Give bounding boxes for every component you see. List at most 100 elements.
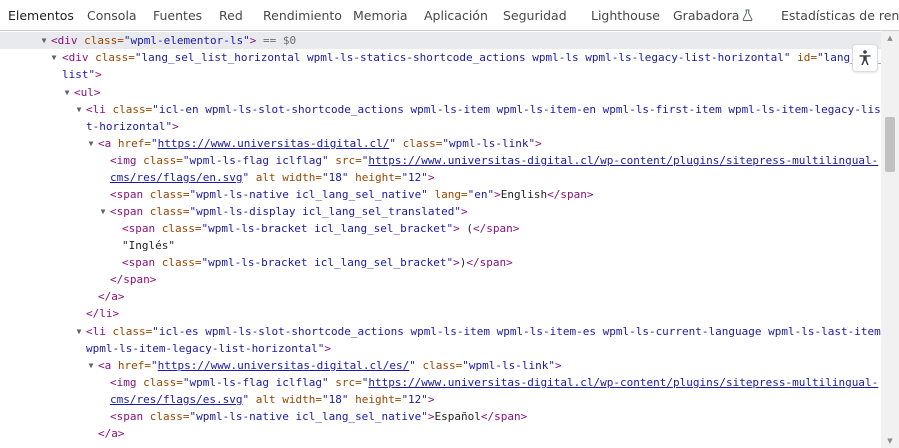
- tag-close: >: [427, 171, 435, 184]
- attr-value: "icl-es wpml-ls-slot-shortcode_actions w…: [152, 325, 881, 338]
- attr-name: width=: [282, 393, 322, 406]
- tag-name: <span: [110, 410, 150, 423]
- attr-value: t-horizontal": [86, 120, 173, 133]
- dom-node[interactable]: ▼ <div class="lang_sel_list_horizontal w…: [0, 49, 881, 66]
- vertical-scrollbar[interactable]: ▲ ▼: [881, 31, 899, 448]
- attr-name: class=: [112, 103, 153, 116]
- dom-node-selected[interactable]: ▼ <div class="wpml-elementor-ls"> == $0: [0, 32, 881, 49]
- dom-node[interactable]: ▼ <li class="icl-en wpml-ls-slot-shortco…: [0, 101, 881, 118]
- href-link[interactable]: https://www.universitas-digital.cl/es/: [158, 359, 410, 372]
- scroll-down-arrow-icon[interactable]: ▼: [881, 434, 899, 448]
- tag-close: >: [494, 188, 501, 201]
- tab-memoria[interactable]: Memoria: [353, 0, 408, 30]
- attr-quote: ": [409, 359, 416, 372]
- src-link[interactable]: cms/res/flags/en.svg: [110, 171, 242, 184]
- collapse-triangle-icon[interactable]: ▼: [74, 101, 84, 118]
- tab-grabadora[interactable]: Grabadora: [673, 0, 753, 30]
- collapse-triangle-icon[interactable]: ▼: [49, 49, 59, 66]
- tab-rendimiento[interactable]: Rendimiento: [263, 0, 342, 30]
- attr-value: list": [62, 68, 96, 81]
- accessibility-icon: [859, 50, 871, 65]
- attr-value: "wpml-ls-native icl_lang_sel_native": [189, 188, 428, 201]
- attr-name: id=: [790, 51, 818, 64]
- tab-estadisticas[interactable]: Estadísticas de rendim: [781, 0, 899, 30]
- tag-close: >: [555, 359, 562, 372]
- tag-name: <span: [110, 188, 150, 201]
- tag-close: >: [95, 68, 102, 81]
- dom-close-tag[interactable]: </a>: [0, 288, 881, 305]
- scrollbar-thumb[interactable]: [885, 117, 895, 172]
- text-node: Español: [434, 410, 481, 423]
- attr-value: "lang_sel_list_horizontal wpml-ls-static…: [134, 51, 791, 64]
- href-link[interactable]: https://www.universitas-digital.cl/: [158, 137, 390, 150]
- tag-name: <div: [62, 51, 96, 64]
- attr-value: "wpml-ls-bracket icl_lang_sel_bracket": [201, 256, 454, 269]
- scroll-up-arrow-icon[interactable]: ▲: [881, 31, 899, 45]
- attr-name: class=: [149, 410, 190, 423]
- attr-name: class=: [161, 222, 202, 235]
- dom-node[interactable]: <span class="wpml-ls-bracket icl_lang_se…: [0, 254, 881, 271]
- dom-text-node[interactable]: "Inglés": [0, 237, 881, 254]
- tag-name: <span: [122, 222, 162, 235]
- tab-consola[interactable]: Consola: [87, 0, 137, 30]
- collapse-triangle-icon[interactable]: ▼: [86, 357, 96, 374]
- tab-red[interactable]: Red: [219, 0, 243, 30]
- dom-tree: ▼ <div class="wpml-elementor-ls"> == $0 …: [0, 31, 881, 448]
- collapse-triangle-icon[interactable]: ▼: [98, 203, 108, 220]
- tag-end: </span>: [466, 256, 513, 269]
- selected-node-marker: == $0: [256, 34, 297, 47]
- tag-name: <span: [122, 256, 162, 269]
- attr-name: class=: [112, 325, 153, 338]
- dom-node-wrap: wpml-ls-item-legacy-list-horizontal">: [0, 340, 881, 357]
- attr-value: "wpml-ls-flag iclflag": [182, 376, 329, 389]
- tab-aplicacion[interactable]: Aplicación: [424, 0, 488, 30]
- dom-node[interactable]: <span class="wpml-ls-bracket icl_lang_se…: [0, 220, 881, 237]
- dom-node-wrap: list">: [0, 66, 881, 83]
- dom-close-tag[interactable]: </a>: [0, 425, 881, 442]
- dom-node[interactable]: <img class="wpml-ls-flag iclflag" src="h…: [0, 374, 881, 391]
- text-node: (: [459, 222, 474, 235]
- dom-node[interactable]: <span class="wpml-ls-native icl_lang_sel…: [0, 408, 881, 425]
- dom-node[interactable]: ▼ <a href="https://www.universitas-digit…: [0, 357, 881, 374]
- src-link[interactable]: cms/res/flags/es.svg: [110, 393, 242, 406]
- dom-close-tag[interactable]: </span>: [0, 271, 881, 288]
- attr-value: "wpml-ls-native icl_lang_sel_native": [189, 410, 428, 423]
- attr-name: class=: [415, 359, 463, 372]
- dom-node[interactable]: ▼ <span class="wpml-ls-display icl_lang_…: [0, 203, 881, 220]
- attr-value: "wpml-ls-flag iclflag": [182, 154, 329, 167]
- tag-end: </span>: [547, 188, 594, 201]
- attr-value: "18": [321, 393, 349, 406]
- collapse-triangle-icon[interactable]: ▼: [39, 32, 49, 49]
- attr-name: class=: [95, 51, 135, 64]
- text-node: English: [500, 188, 548, 201]
- attr-value: "wpml-ls-link": [462, 359, 555, 372]
- dom-node[interactable]: ▼ <ul>: [0, 84, 881, 101]
- accessibility-tree-button[interactable]: [852, 44, 878, 72]
- tag-end: </li>: [86, 307, 120, 320]
- src-link[interactable]: https://www.universitas-digital.cl/wp-co…: [368, 376, 878, 389]
- tab-elementos[interactable]: Elementos: [8, 0, 74, 30]
- attr-name: lang=: [427, 188, 468, 201]
- tag-name: <li: [86, 103, 113, 116]
- tab-lighthouse[interactable]: Lighthouse: [591, 0, 660, 30]
- tag-close: >: [535, 137, 542, 150]
- dom-node[interactable]: <img class="wpml-ls-flag iclflag" src="h…: [0, 152, 881, 169]
- src-link[interactable]: https://www.universitas-digital.cl/wp-co…: [368, 154, 878, 167]
- attr-name: class=: [143, 154, 183, 167]
- collapse-triangle-icon[interactable]: ▼: [62, 84, 72, 101]
- dom-node[interactable]: ▼ <a href="https://www.universitas-digit…: [0, 135, 881, 152]
- tag-name: <span: [110, 205, 150, 218]
- attr-value: "12": [401, 393, 428, 406]
- tag-name: <div: [51, 34, 85, 47]
- tag-end: </span>: [473, 222, 520, 235]
- tag-close: >: [453, 222, 460, 235]
- dom-node[interactable]: <span class="wpml-ls-native icl_lang_sel…: [0, 186, 881, 203]
- dom-node[interactable]: ▼ <li class="icl-es wpml-ls-slot-shortco…: [0, 323, 881, 340]
- collapse-triangle-icon[interactable]: ▼: [74, 323, 84, 340]
- collapse-triangle-icon[interactable]: ▼: [86, 135, 96, 152]
- attr-name: href=: [117, 137, 151, 150]
- tab-fuentes[interactable]: Fuentes: [153, 0, 202, 30]
- tab-seguridad[interactable]: Seguridad: [503, 0, 567, 30]
- attr-name: class=: [149, 188, 190, 201]
- dom-close-tag[interactable]: </li>: [0, 305, 881, 322]
